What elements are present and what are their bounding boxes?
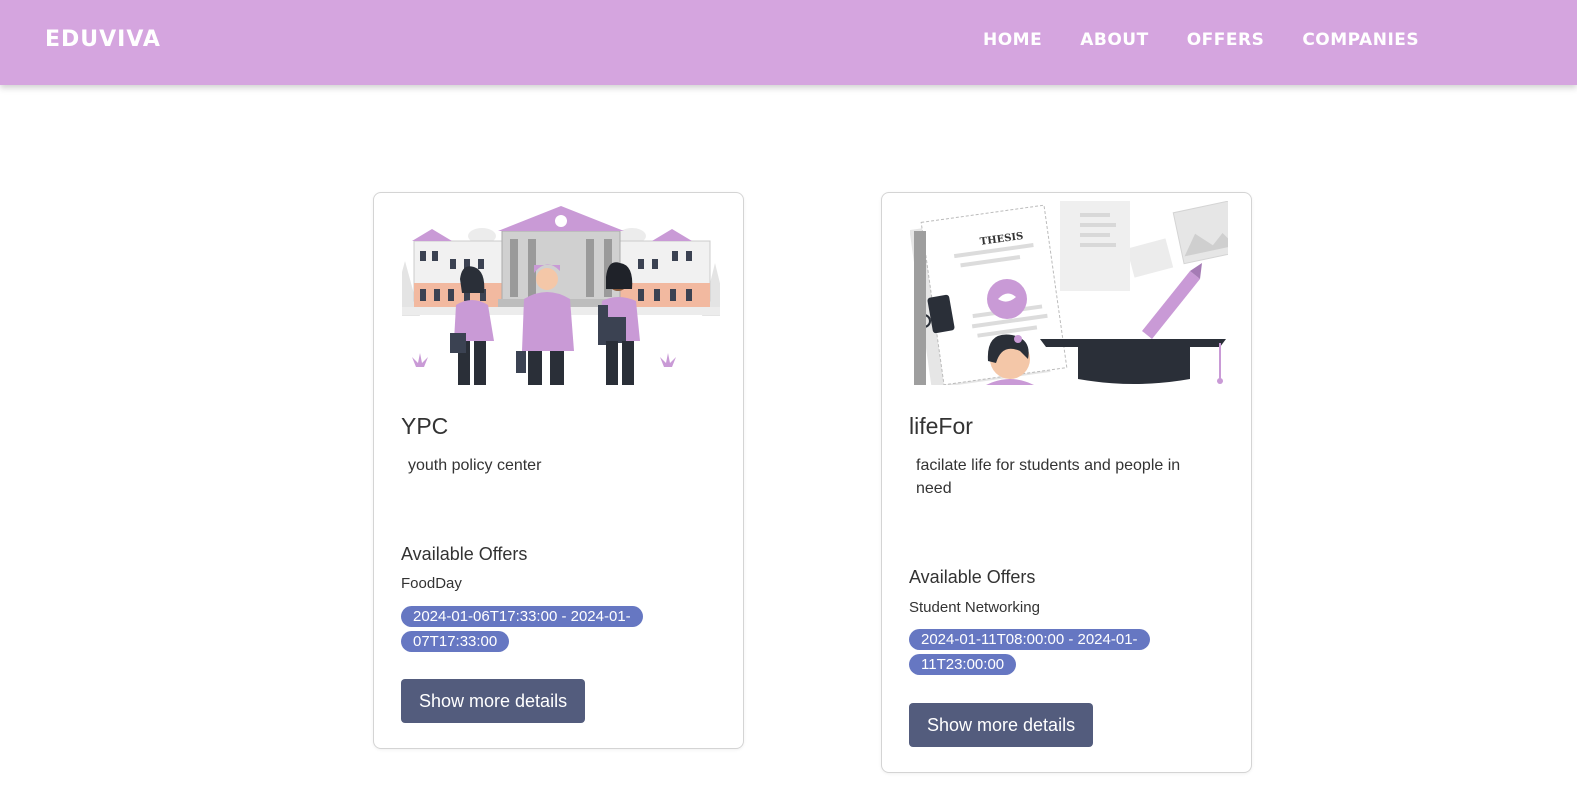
show-more-details-button[interactable]: Show more details [401, 679, 586, 723]
company-name: lifeFor [909, 413, 973, 439]
offer-name: FoodDay [401, 575, 462, 592]
offer-date-range-badge: 2024-01-06T17:33:00 - 2024-01-07T17:33:0… [401, 604, 643, 654]
nav-companies[interactable]: COMPANIES [1302, 30, 1419, 50]
company-card-lifefor: THESIS lifeFor facilate life for student… [881, 192, 1252, 773]
company-description: youth policy center [408, 457, 542, 474]
nav-home[interactable]: HOME [983, 30, 1042, 50]
show-more-details-button[interactable]: Show more details [909, 703, 1094, 747]
company-description: facilate life for students and people in… [916, 457, 1181, 497]
offer-date-range-badge: 2024-01-11T08:00:00 - 2024-01-11T23:00:0… [909, 627, 1150, 677]
nav-about[interactable]: ABOUT [1080, 30, 1148, 50]
offer-date-range: 2024-01-06T17:33:00 - 2024-01-07T17:33:0… [401, 606, 643, 652]
students-campus-illustration [402, 201, 720, 385]
available-offers-heading: Available Offers [909, 567, 1036, 587]
company-card-ypc: YPC youth policy center Available Offers… [373, 192, 744, 749]
nav-links: HOME ABOUT OFFERS COMPANIES [983, 30, 1419, 50]
nav-offers[interactable]: OFFERS [1187, 30, 1265, 50]
available-offers-heading: Available Offers [401, 544, 528, 564]
thesis-graduation-illustration: THESIS [910, 201, 1228, 385]
company-name: YPC [401, 413, 449, 439]
brand-logo[interactable]: EDUVIVA [45, 27, 161, 52]
offer-date-range: 2024-01-11T08:00:00 - 2024-01-11T23:00:0… [909, 629, 1150, 675]
offer-name: Student Networking [909, 599, 1040, 616]
navbar: EDUVIVA HOME ABOUT OFFERS COMPANIES [0, 0, 1577, 85]
